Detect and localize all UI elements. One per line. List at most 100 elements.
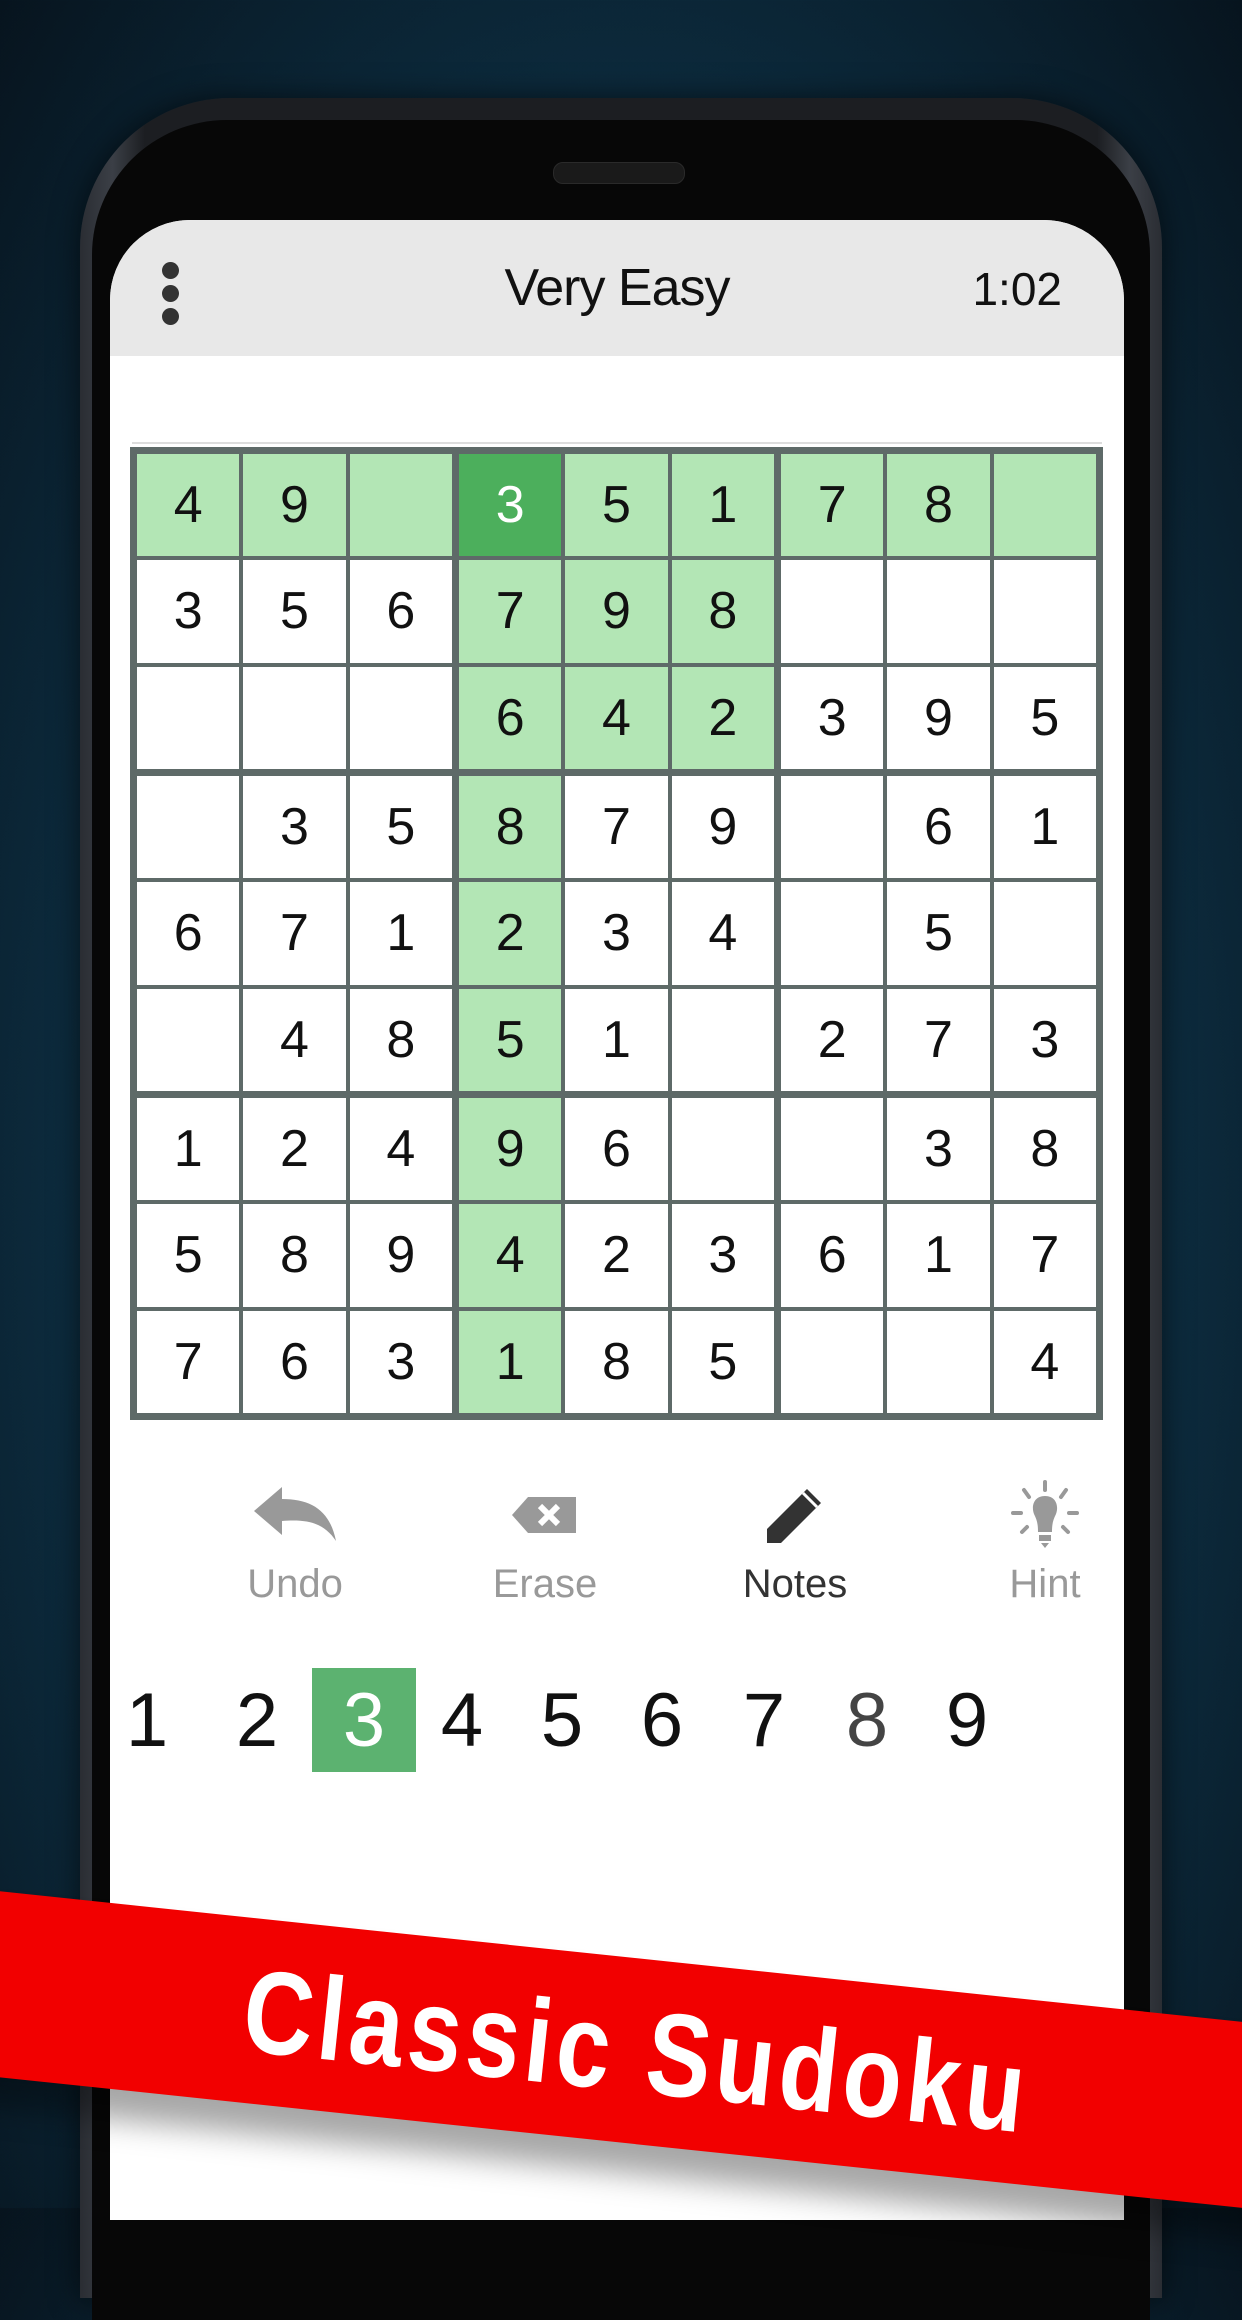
grid-cell-r1c7[interactable]: 7 bbox=[781, 454, 884, 557]
divider bbox=[132, 442, 1102, 444]
grid-cell-r1c4[interactable]: 3 bbox=[459, 454, 562, 557]
grid-cell-r2c9[interactable] bbox=[993, 560, 1096, 663]
grid-cell-r4c5[interactable]: 7 bbox=[565, 776, 668, 879]
grid-cell-r4c9[interactable]: 1 bbox=[993, 776, 1096, 879]
grid-cell-r9c3[interactable]: 3 bbox=[349, 1310, 452, 1413]
grid-cell-r5c5[interactable]: 3 bbox=[565, 882, 668, 985]
number-button-3[interactable]: 3 bbox=[312, 1668, 416, 1772]
grid-cell-r7c5[interactable]: 6 bbox=[565, 1098, 668, 1201]
grid-cell-r1c5[interactable]: 5 bbox=[565, 454, 668, 557]
grid-cell-r6c4[interactable]: 5 bbox=[459, 988, 562, 1091]
grid-cell-r2c4[interactable]: 7 bbox=[459, 560, 562, 663]
grid-cell-r8c4[interactable]: 4 bbox=[459, 1204, 562, 1307]
number-button-1[interactable]: 1 bbox=[110, 1668, 199, 1772]
grid-cell-r2c8[interactable] bbox=[887, 560, 990, 663]
grid-cell-r5c7[interactable] bbox=[781, 882, 884, 985]
grid-cell-r9c5[interactable]: 8 bbox=[565, 1310, 668, 1413]
grid-cell-r2c5[interactable]: 9 bbox=[565, 560, 668, 663]
hint-label: Hint bbox=[1009, 1562, 1081, 1606]
grid-cell-r3c3[interactable] bbox=[349, 666, 452, 769]
number-button-7[interactable]: 7 bbox=[712, 1668, 816, 1772]
grid-cell-r5c4[interactable]: 2 bbox=[459, 882, 562, 985]
grid-cell-r6c7[interactable]: 2 bbox=[781, 988, 884, 1091]
grid-cell-r2c6[interactable]: 8 bbox=[671, 560, 774, 663]
grid-cell-r9c9[interactable]: 4 bbox=[993, 1310, 1096, 1413]
grid-cell-r9c4[interactable]: 1 bbox=[459, 1310, 562, 1413]
grid-cell-r7c2[interactable]: 2 bbox=[243, 1098, 346, 1201]
grid-cell-r7c8[interactable]: 3 bbox=[887, 1098, 990, 1201]
erase-label: Erase bbox=[492, 1562, 598, 1606]
pencil-icon bbox=[695, 1480, 895, 1550]
grid-cell-r7c3[interactable]: 4 bbox=[349, 1098, 452, 1201]
erase-icon bbox=[445, 1480, 645, 1550]
grid-cell-r3c5[interactable]: 4 bbox=[565, 666, 668, 769]
grid-cell-r3c1[interactable] bbox=[137, 666, 240, 769]
grid-cell-r4c6[interactable]: 9 bbox=[671, 776, 774, 879]
grid-cell-r8c7[interactable]: 6 bbox=[781, 1204, 884, 1307]
grid-cell-r3c6[interactable]: 2 bbox=[671, 666, 774, 769]
grid-cell-r5c1[interactable]: 6 bbox=[137, 882, 240, 985]
grid-cell-r1c3[interactable] bbox=[349, 454, 452, 557]
number-button-4[interactable]: 4 bbox=[410, 1668, 514, 1772]
number-button-5[interactable]: 5 bbox=[510, 1668, 614, 1772]
grid-cell-r8c5[interactable]: 2 bbox=[565, 1204, 668, 1307]
grid-cell-r8c6[interactable]: 3 bbox=[671, 1204, 774, 1307]
grid-cell-r3c7[interactable]: 3 bbox=[781, 666, 884, 769]
grid-cell-r1c6[interactable]: 1 bbox=[671, 454, 774, 557]
grid-cell-r6c3[interactable]: 8 bbox=[349, 988, 452, 1091]
grid-cell-r7c4[interactable]: 9 bbox=[459, 1098, 562, 1201]
grid-cell-r1c2[interactable]: 9 bbox=[243, 454, 346, 557]
number-button-9[interactable]: 9 bbox=[915, 1668, 1019, 1772]
notes-button[interactable]: Notes bbox=[695, 1480, 895, 1607]
grid-cell-r1c8[interactable]: 8 bbox=[887, 454, 990, 557]
undo-button[interactable]: Undo bbox=[195, 1480, 395, 1607]
grid-cell-r4c8[interactable]: 6 bbox=[887, 776, 990, 879]
grid-cell-r1c9[interactable] bbox=[993, 454, 1096, 557]
grid-cell-r6c2[interactable]: 4 bbox=[243, 988, 346, 1091]
grid-cell-r5c6[interactable]: 4 bbox=[671, 882, 774, 985]
grid-cell-r4c3[interactable]: 5 bbox=[349, 776, 452, 879]
grid-cell-r1c1[interactable]: 4 bbox=[137, 454, 240, 557]
grid-cell-r3c2[interactable] bbox=[243, 666, 346, 769]
number-button-6[interactable]: 6 bbox=[610, 1668, 714, 1772]
grid-cell-r7c7[interactable] bbox=[781, 1098, 884, 1201]
grid-cell-r8c3[interactable]: 9 bbox=[349, 1204, 452, 1307]
grid-cell-r7c1[interactable]: 1 bbox=[137, 1098, 240, 1201]
grid-cell-r5c3[interactable]: 1 bbox=[349, 882, 452, 985]
grid-cell-r4c2[interactable]: 3 bbox=[243, 776, 346, 879]
grid-cell-r4c4[interactable]: 8 bbox=[459, 776, 562, 879]
grid-cell-r9c6[interactable]: 5 bbox=[671, 1310, 774, 1413]
grid-cell-r9c8[interactable] bbox=[887, 1310, 990, 1413]
grid-cell-r3c8[interactable]: 9 bbox=[887, 666, 990, 769]
grid-cell-r3c4[interactable]: 6 bbox=[459, 666, 562, 769]
grid-cell-r9c7[interactable] bbox=[781, 1310, 884, 1413]
grid-cell-r6c8[interactable]: 7 bbox=[887, 988, 990, 1091]
grid-cell-r2c1[interactable]: 3 bbox=[137, 560, 240, 663]
grid-cell-r7c6[interactable] bbox=[671, 1098, 774, 1201]
grid-cell-r8c9[interactable]: 7 bbox=[993, 1204, 1096, 1307]
grid-cell-r8c2[interactable]: 8 bbox=[243, 1204, 346, 1307]
grid-cell-r6c1[interactable] bbox=[137, 988, 240, 1091]
grid-cell-r4c7[interactable] bbox=[781, 776, 884, 879]
grid-cell-r6c6[interactable] bbox=[671, 988, 774, 1091]
grid-cell-r7c9[interactable]: 8 bbox=[993, 1098, 1096, 1201]
grid-cell-r5c9[interactable] bbox=[993, 882, 1096, 985]
grid-cell-r3c9[interactable]: 5 bbox=[993, 666, 1096, 769]
grid-cell-r6c9[interactable]: 3 bbox=[993, 988, 1096, 1091]
grid-cell-r9c1[interactable]: 7 bbox=[137, 1310, 240, 1413]
grid-cell-r2c2[interactable]: 5 bbox=[243, 560, 346, 663]
grid-cell-r9c2[interactable]: 6 bbox=[243, 1310, 346, 1413]
erase-button[interactable]: Erase bbox=[445, 1480, 645, 1607]
sudoku-grid: 4935178356798642395358796167123454851273… bbox=[130, 447, 1103, 1420]
number-button-2[interactable]: 2 bbox=[205, 1668, 309, 1772]
grid-cell-r8c1[interactable]: 5 bbox=[137, 1204, 240, 1307]
grid-cell-r5c2[interactable]: 7 bbox=[243, 882, 346, 985]
hint-button[interactable]: Hint bbox=[945, 1480, 1124, 1607]
grid-cell-r2c3[interactable]: 6 bbox=[349, 560, 452, 663]
grid-cell-r6c5[interactable]: 1 bbox=[565, 988, 668, 1091]
number-button-8[interactable]: 8 bbox=[815, 1668, 919, 1772]
grid-cell-r5c8[interactable]: 5 bbox=[887, 882, 990, 985]
grid-cell-r2c7[interactable] bbox=[781, 560, 884, 663]
grid-cell-r8c8[interactable]: 1 bbox=[887, 1204, 990, 1307]
grid-cell-r4c1[interactable] bbox=[137, 776, 240, 879]
